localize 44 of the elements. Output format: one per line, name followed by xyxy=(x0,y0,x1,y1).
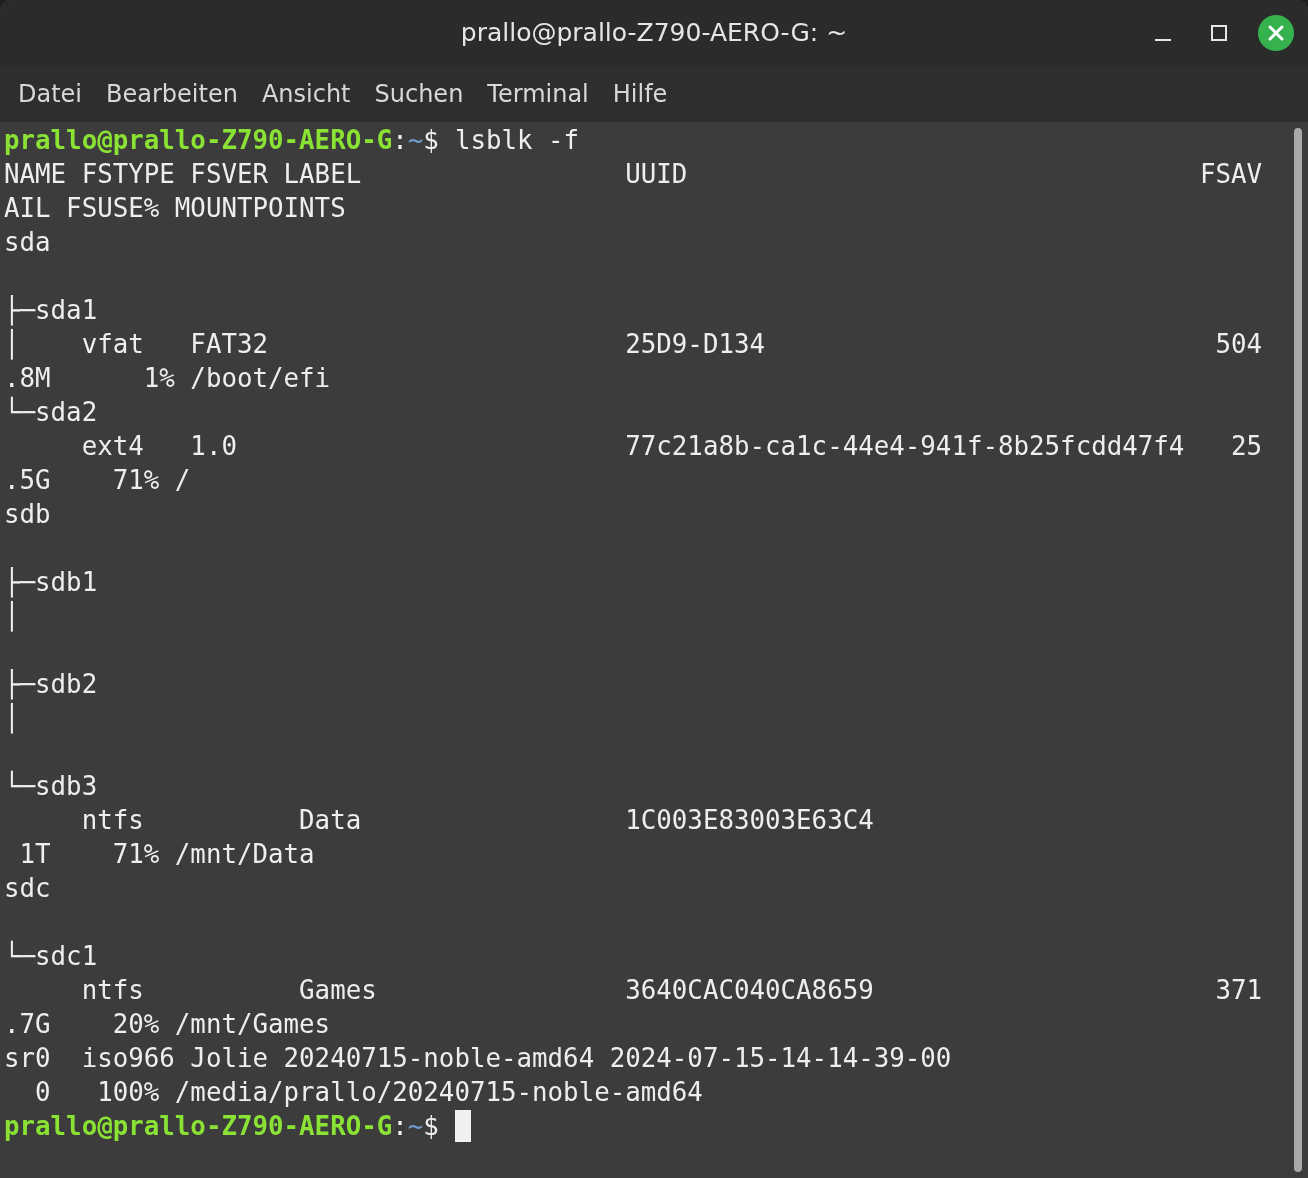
terminal-output-line: sdc xyxy=(4,872,51,905)
terminal-output-line: sda xyxy=(4,226,51,259)
terminal-output-line: ext4 1.0 77c21a8b-ca1c-44e4-941f-8b25fcdd47f4 25 xyxy=(80,430,1262,463)
terminal-output-line: NAME FSTYPE FSVER LABEL UUID FSAV xyxy=(4,158,1262,191)
terminal-output-line: sdb xyxy=(4,498,51,531)
menu-item[interactable]: Hilfe xyxy=(600,70,680,118)
terminal-output-line: sr0 iso966 Jolie 20240715-noble-amd64 2024-07-15-14-14-39-00 xyxy=(4,1042,952,1075)
maximize-icon xyxy=(1211,25,1227,41)
close-button[interactable] xyxy=(1258,15,1294,51)
menu-item[interactable]: Terminal xyxy=(475,70,601,118)
prompt-separator: : xyxy=(392,1110,408,1143)
close-icon xyxy=(1268,25,1284,41)
menu-item[interactable]: Datei xyxy=(6,70,95,118)
menu-item[interactable]: Suchen xyxy=(362,70,476,118)
scrollbar[interactable] xyxy=(1294,128,1302,1172)
terminal-output-line: │ vfat FAT32 25D9-D134 504 xyxy=(4,328,1262,361)
prompt-symbol: $ xyxy=(423,1110,439,1143)
terminal-output-line: .5G 71% / xyxy=(4,464,191,497)
prompt-path: ~ xyxy=(407,124,424,157)
menu-item[interactable]: Bearbeiten xyxy=(94,70,250,118)
prompt-user: prallo@prallo-Z790-AERO-G xyxy=(4,124,393,157)
menu-item[interactable]: Ansicht xyxy=(249,70,363,118)
terminal-output-line: ntfs Games 3640CAC040CA8659 371 xyxy=(80,974,1262,1007)
terminal-output-line: ├─sdb2 xyxy=(4,668,98,701)
terminal-output-line: └─sdb3 xyxy=(4,769,98,803)
command-text: lsblk -f xyxy=(454,124,580,157)
terminal-output-line: ├─sdb1 xyxy=(4,566,98,599)
prompt-path: ~ xyxy=(407,1110,424,1143)
prompt-user: prallo@prallo-Z790-AERO-G xyxy=(4,1110,393,1143)
terminal-output-line: AIL FSUSE% MOUNTPOINTS xyxy=(4,192,346,225)
terminal-output-line: └─sdc1 xyxy=(4,939,98,973)
terminal-output-line: └─sda2 xyxy=(4,395,98,429)
terminal-output-line: │ xyxy=(4,600,20,633)
terminal-output-line: 1T 71% /mnt/Data xyxy=(18,838,315,871)
minimize-icon xyxy=(1155,39,1171,41)
window-title: prallo@prallo-Z790-AERO-G: ~ xyxy=(460,17,848,50)
terminal-output-line: │ xyxy=(4,702,20,735)
terminal-output-line: ntfs Data 1C003E83003E63C4 xyxy=(80,804,874,837)
terminal-output-line: .8M 1% /boot/efi xyxy=(4,362,331,395)
prompt-separator: : xyxy=(392,124,408,157)
terminal-output-line: ├─sda1 xyxy=(4,294,98,327)
prompt-symbol: $ xyxy=(423,124,439,157)
terminal-output-line: 0 100% /media/prallo/20240715-noble-amd64 xyxy=(34,1076,703,1109)
terminal-output-line: .7G 20% /mnt/Games xyxy=(4,1008,331,1041)
